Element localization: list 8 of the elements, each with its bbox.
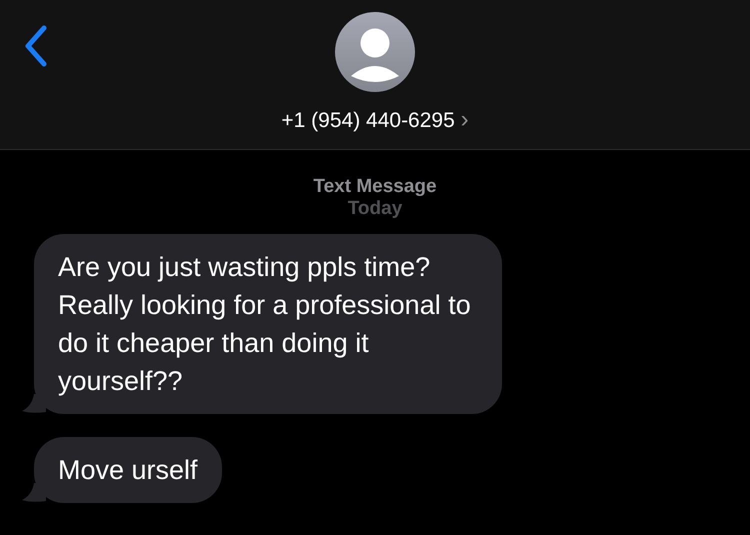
contact-name[interactable]: +1 (954) 440-6295 › <box>281 106 469 134</box>
message-bubble: Move urself <box>34 437 222 503</box>
service-label: Text Message <box>312 176 438 198</box>
timestamp: Today <box>346 198 404 220</box>
bubble-tail-icon <box>22 483 46 503</box>
avatar-icon[interactable] <box>335 12 415 92</box>
bubble-tail-icon <box>22 394 46 414</box>
message-bubble: Are you just wasting ppls time? Really looking for a professional to do it cheaper than doing it yourself?? <box>34 234 502 414</box>
